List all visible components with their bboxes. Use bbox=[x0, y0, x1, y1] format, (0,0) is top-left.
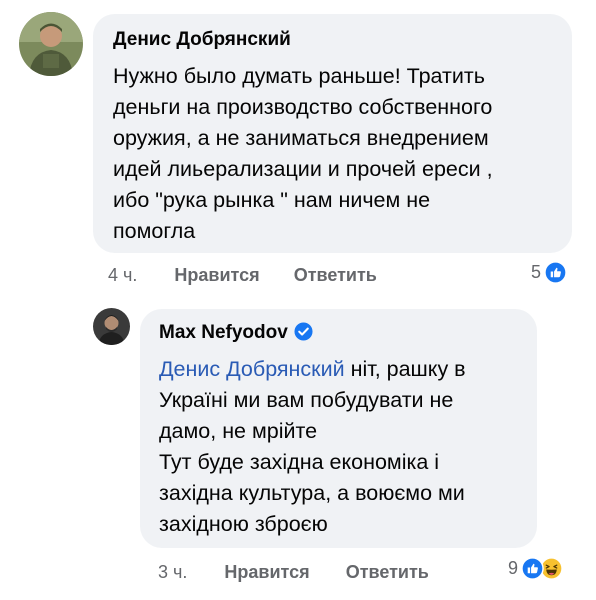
mention-link[interactable]: Денис Добрянский bbox=[159, 357, 345, 381]
comment-author-name[interactable]: Max Nefyodov bbox=[159, 322, 288, 343]
comment-line: ибо "рука рынка " нам ничем не bbox=[113, 188, 431, 212]
comment-actions: 3 ч. Нравится Ответить bbox=[158, 561, 429, 583]
verified-badge-icon bbox=[294, 322, 313, 341]
comment-author[interactable]: Денис Добрянский bbox=[113, 29, 552, 51]
comment-line-text: ніт, рашку в bbox=[344, 357, 466, 381]
like-button[interactable]: Нравится bbox=[174, 265, 259, 285]
comment-line: західна культура, а воюємо ми bbox=[159, 481, 465, 505]
comment-line: західною зброєю bbox=[159, 512, 328, 536]
reaction-count: 5 bbox=[531, 262, 542, 282]
like-button[interactable]: Нравится bbox=[224, 562, 309, 582]
reaction-summary[interactable]: 9 bbox=[508, 557, 563, 580]
comment-line: дамо, не мрійте bbox=[159, 419, 318, 443]
comment-line: Тут буде західна економіка і bbox=[159, 450, 440, 474]
reply-button[interactable]: Ответить bbox=[346, 562, 429, 582]
reaction-count: 9 bbox=[508, 558, 519, 578]
comment-time[interactable]: 4 ч. bbox=[108, 265, 137, 285]
comment-actions: 4 ч. Нравится Ответить bbox=[108, 264, 377, 286]
reaction-summary[interactable]: 5 bbox=[531, 261, 567, 284]
comment-line: Денис Добрянский ніт, рашку в bbox=[159, 354, 518, 385]
comment-line: деньги на производство собственного bbox=[113, 95, 493, 119]
like-icon bbox=[521, 557, 544, 580]
comment-author[interactable]: Max Nefyodov bbox=[159, 322, 518, 344]
comment-line: помогла bbox=[113, 219, 196, 243]
comment-bubble: Денис Добрянский Нужно было думать раньш… bbox=[93, 14, 572, 253]
comment-bubble: Max Nefyodov Денис Добрянский ніт, рашку… bbox=[140, 309, 537, 548]
comment-text: Нужно было думать раньше! Тратить деньги… bbox=[113, 61, 552, 247]
comment-line: идей лиьерализации и прочей ереси , bbox=[113, 157, 493, 181]
comment-line: Україні ми вам побудувати не bbox=[159, 388, 454, 412]
comment-line: Нужно было думать раньше! Тратить bbox=[113, 64, 485, 88]
reply-button[interactable]: Ответить bbox=[294, 265, 377, 285]
like-icon bbox=[544, 261, 567, 284]
avatar[interactable] bbox=[19, 12, 83, 76]
comment-time[interactable]: 3 ч. bbox=[158, 562, 187, 582]
comment-text: Денис Добрянский ніт, рашку в Україні ми… bbox=[159, 354, 518, 540]
avatar[interactable] bbox=[93, 308, 130, 345]
comment-line: оружия, а не заниматься внедрением bbox=[113, 126, 489, 150]
